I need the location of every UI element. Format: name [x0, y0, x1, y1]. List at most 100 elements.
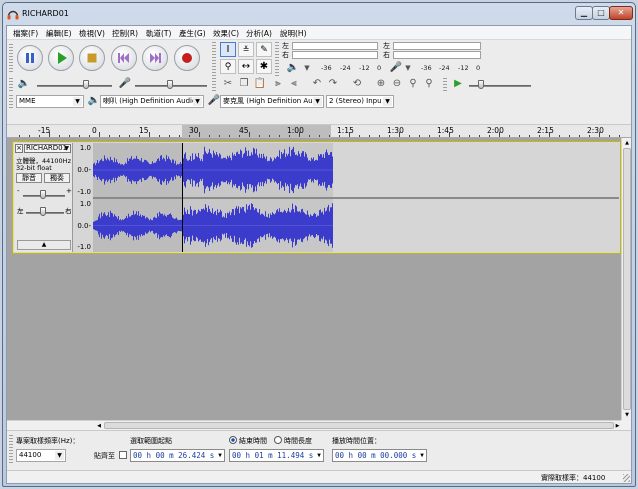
track-panel[interactable]: × RICHARD01 ▼ 立體聲，44100Hz 32-bit float 靜音… [7, 138, 621, 420]
menu-edit[interactable]: 編輯(E) [46, 28, 72, 39]
length-radio[interactable] [274, 436, 282, 444]
project-rate-select[interactable]: 44100 ▼ [16, 449, 66, 462]
scroll-up-icon[interactable]: ▲ [623, 139, 631, 147]
paste-icon[interactable]: 📋 [252, 77, 268, 92]
audio-host-select[interactable]: MME ▼ [16, 95, 84, 108]
pan-slider[interactable] [40, 207, 46, 216]
scroll-right-icon[interactable]: ▶ [614, 422, 621, 430]
time-shift-tool[interactable]: ↔ [238, 59, 254, 74]
selection-end-value: 00 h 01 m 11.494 s [232, 451, 314, 460]
output-device-select[interactable]: 喇叭 (High Definition Audic ▼ [100, 95, 204, 108]
chevron-down-icon[interactable]: ▼ [400, 61, 416, 76]
meter-scale-tick: 0 [476, 64, 481, 72]
horizontal-scroll-thumb[interactable] [104, 422, 614, 429]
selection-start-time[interactable]: 00 h 00 m 26.424 s ▼ [130, 449, 225, 462]
cut-icon[interactable]: ✂ [220, 77, 236, 92]
input-device-select[interactable]: 麥克風 (High Definition Au ▼ [220, 95, 324, 108]
silence-icon[interactable]: ⫷ [286, 77, 302, 92]
mute-button[interactable]: 靜音 [16, 173, 42, 183]
scroll-left-icon[interactable]: ◀ [95, 422, 103, 430]
ruler-tick [399, 132, 400, 137]
skip-end-button[interactable] [142, 45, 168, 71]
ruler-tick [219, 135, 220, 137]
playback-meter-right[interactable] [292, 51, 378, 59]
zoom-tool[interactable]: ⚲ [220, 59, 236, 74]
ruler-tick [239, 135, 240, 137]
ruler-tick [609, 135, 610, 137]
minimize-button[interactable]: ▁ [575, 6, 593, 20]
audio-position-time[interactable]: 00 h 00 m 00.000 s ▼ [332, 449, 427, 462]
play-button[interactable] [48, 45, 74, 71]
playback-meter-left[interactable] [292, 42, 378, 50]
vertical-scrollbar[interactable]: ▲ ▼ [621, 138, 631, 420]
selection-end-time[interactable]: 00 h 01 m 11.494 s ▼ [229, 449, 324, 462]
selection-tool[interactable]: I [220, 42, 236, 57]
toolbar-grip[interactable] [9, 95, 13, 108]
ruler-tick-label: 0 [92, 126, 97, 135]
multi-tool[interactable]: ✱ [256, 59, 272, 74]
draw-tool[interactable]: ✎ [256, 42, 272, 57]
vertical-scroll-thumb[interactable] [623, 148, 631, 410]
toolbar-grip[interactable] [9, 435, 13, 465]
maximize-button[interactable]: □ [592, 6, 610, 20]
solo-button[interactable]: 獨奏 [44, 173, 70, 183]
toolbar-grip[interactable] [9, 44, 13, 74]
menu-file[interactable]: 檔案(F) [13, 28, 38, 39]
undo-icon[interactable]: ↶ [309, 77, 325, 92]
fit-project-icon[interactable]: ⚲ [421, 77, 437, 92]
ruler-tick [139, 135, 140, 137]
chevron-down-icon[interactable]: ▼ [299, 61, 315, 76]
track-name-menu[interactable]: RICHARD01 ▼ [24, 144, 71, 153]
collapse-track-button[interactable]: ▲ [17, 240, 71, 250]
track-close-button[interactable]: × [15, 144, 23, 153]
zoom-in-icon[interactable]: ⊕ [373, 77, 389, 92]
playback-volume-slider[interactable] [83, 80, 89, 89]
ruler-tick-label: 1:15 [337, 126, 354, 135]
record-meter-right[interactable] [393, 51, 481, 59]
ruler-tick [349, 132, 350, 137]
menu-generate[interactable]: 產生(G) [179, 28, 206, 39]
record-volume-slider[interactable] [167, 80, 173, 89]
toolbar-grip[interactable] [212, 42, 216, 76]
record-meter-left[interactable] [393, 42, 481, 50]
stop-button[interactable] [79, 45, 105, 71]
gain-slider[interactable] [40, 190, 46, 199]
toolbar-grip[interactable] [212, 78, 216, 91]
play-at-speed-icon[interactable]: ▶ [450, 77, 466, 92]
audio-track[interactable]: × RICHARD01 ▼ 立體聲，44100Hz 32-bit float 靜音… [12, 141, 621, 254]
meter-scale-tick: -36 [321, 64, 332, 72]
menu-help[interactable]: 說明(H) [280, 28, 307, 39]
waveform-area[interactable] [93, 143, 619, 252]
trim-icon[interactable]: ⫸ [270, 77, 286, 92]
length-label: 時間長度 [284, 437, 312, 445]
title-bar[interactable]: RICHARD01 ▁ □ ✕ [3, 3, 635, 25]
fit-selection-icon[interactable]: ⚲ [405, 77, 421, 92]
playback-volume-track[interactable] [37, 85, 112, 87]
menu-effect[interactable]: 效果(C) [213, 28, 239, 39]
menu-view[interactable]: 檢視(V) [79, 28, 105, 39]
redo-icon[interactable]: ↷ [325, 77, 341, 92]
skip-start-button[interactable] [111, 45, 137, 71]
close-button[interactable]: ✕ [609, 6, 633, 20]
snap-to-checkbox[interactable] [119, 451, 127, 459]
play-speed-slider[interactable] [478, 80, 484, 89]
horizontal-scrollbar[interactable]: ◀ ▶ [7, 420, 621, 430]
menu-analyze[interactable]: 分析(A) [246, 28, 272, 39]
timeline-ruler[interactable]: -15 0 15 30 45 1:00 1:15 1:30 1:45 2:00 … [7, 124, 631, 138]
envelope-tool[interactable]: ≚ [238, 42, 254, 57]
record-button[interactable] [174, 45, 200, 71]
menu-tracks[interactable]: 軌道(T) [146, 28, 171, 39]
pause-button[interactable] [17, 45, 43, 71]
toolbar-grip[interactable] [275, 42, 279, 76]
input-channels-select[interactable]: 2 (Stereo) Inpu ▼ [326, 95, 394, 108]
toolbar-grip[interactable] [443, 78, 447, 91]
zoom-out-icon[interactable]: ⊖ [389, 77, 405, 92]
end-time-radio[interactable] [229, 436, 237, 444]
scroll-down-icon[interactable]: ▼ [623, 411, 631, 419]
toolbar-grip[interactable] [9, 78, 13, 91]
resize-grip[interactable] [623, 474, 630, 482]
menu-transport[interactable]: 控制(R) [112, 28, 138, 39]
sync-lock-icon[interactable]: ⟲ [349, 77, 365, 92]
input-channels-value: 2 (Stereo) Inpu [329, 97, 382, 105]
copy-icon[interactable]: ❐ [236, 77, 252, 92]
